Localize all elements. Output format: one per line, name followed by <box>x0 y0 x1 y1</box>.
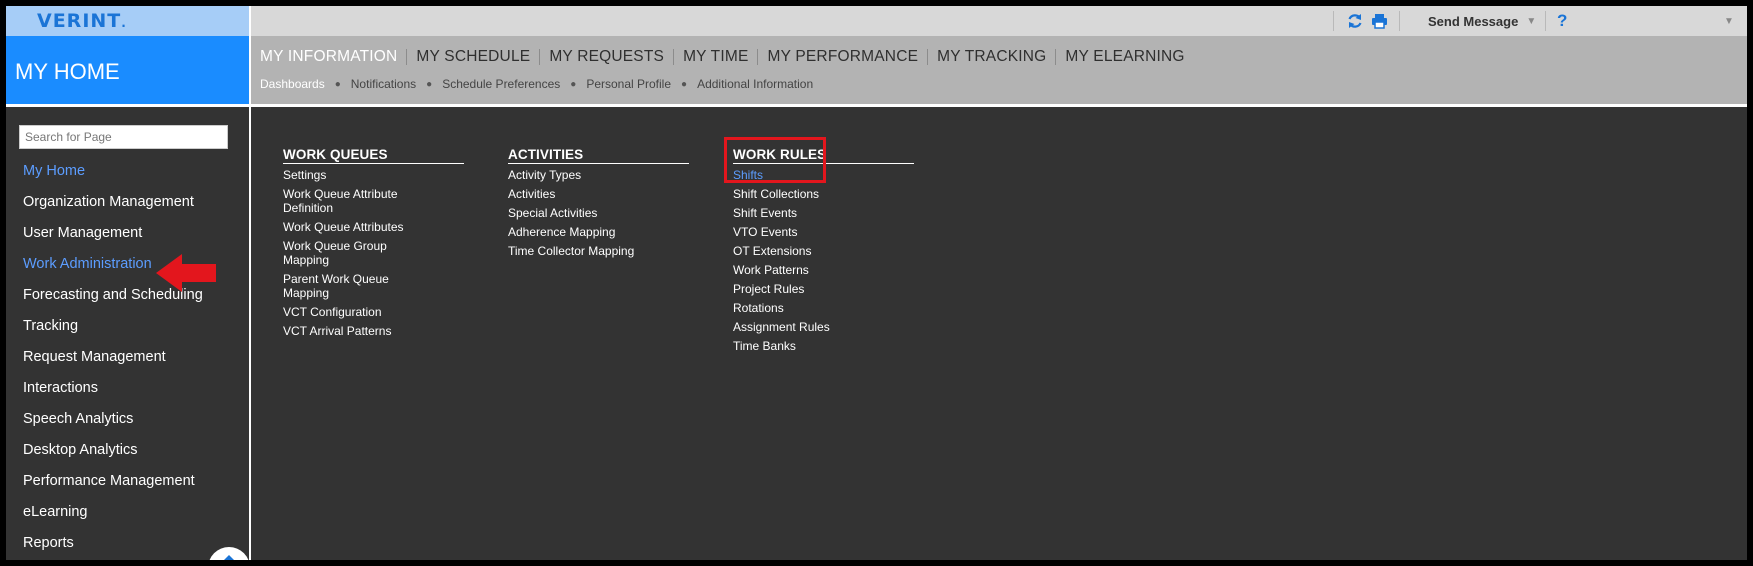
nav-subtabs: Dashboards ● Notifications ● Schedule Pr… <box>260 77 813 91</box>
activities-column: ACTIVITIES Activity Types Activities Spe… <box>508 147 689 263</box>
main-nav: MY INFORMATION MY SCHEDULE MY REQUESTS M… <box>251 36 1747 104</box>
link-work-queue-attribute-definition[interactable]: Work Queue Attribute Definition <box>283 187 403 215</box>
sidebar-item-reports[interactable]: Reports <box>23 535 203 560</box>
logo-bar: VERINT <box>6 6 249 36</box>
sidebar-item-request-management[interactable]: Request Management <box>23 349 203 380</box>
link-ot-extensions[interactable]: OT Extensions <box>733 244 914 258</box>
sidebar-item-user-management[interactable]: User Management <box>23 225 203 256</box>
chevron-up-icon <box>219 555 239 560</box>
link-shift-events[interactable]: Shift Events <box>733 206 914 220</box>
link-activities[interactable]: Activities <box>508 187 689 201</box>
link-work-queue-attributes[interactable]: Work Queue Attributes <box>283 220 464 234</box>
utility-bar: Send Message ▼ ? ▼ <box>251 6 1747 36</box>
sidebar-menu: My Home Organization Management User Man… <box>23 163 203 560</box>
chevron-down-icon: ▼ <box>1724 15 1734 27</box>
work-queues-column: WORK QUEUES Settings Work Queue Attribut… <box>283 147 464 343</box>
refresh-icon[interactable] <box>1347 6 1363 36</box>
chevron-down-icon: ▼ <box>1526 15 1537 27</box>
link-shift-collections[interactable]: Shift Collections <box>733 187 914 201</box>
sidebar: My Home Organization Management User Man… <box>6 107 250 560</box>
link-adherence-mapping[interactable]: Adherence Mapping <box>508 225 689 239</box>
sidebar-item-speech-analytics[interactable]: Speech Analytics <box>23 411 203 442</box>
page-title: MY HOME <box>15 59 120 84</box>
nav-tabs: MY INFORMATION MY SCHEDULE MY REQUESTS M… <box>257 49 1194 65</box>
send-message-label: Send Message <box>1428 13 1519 29</box>
subtab-notifications[interactable]: Notifications <box>351 77 416 91</box>
separator-dot: ● <box>334 78 341 90</box>
link-vct-arrival-patterns[interactable]: VCT Arrival Patterns <box>283 324 464 338</box>
link-assignment-rules[interactable]: Assignment Rules <box>733 320 914 334</box>
subtab-additional-information[interactable]: Additional Information <box>697 77 813 91</box>
link-time-banks[interactable]: Time Banks <box>733 339 914 353</box>
sidebar-item-elearning[interactable]: eLearning <box>23 504 203 535</box>
tab-my-information[interactable]: MY INFORMATION <box>257 49 406 65</box>
sidebar-item-tracking[interactable]: Tracking <box>23 318 203 349</box>
subtab-schedule-preferences[interactable]: Schedule Preferences <box>442 77 560 91</box>
link-list: Settings Work Queue Attribute Definition… <box>283 168 464 338</box>
column-heading: ACTIVITIES <box>508 147 689 164</box>
send-message-dropdown[interactable]: Send Message ▼ <box>1428 6 1536 36</box>
tab-my-tracking[interactable]: MY TRACKING <box>927 49 1055 65</box>
link-time-collector-mapping[interactable]: Time Collector Mapping <box>508 244 689 258</box>
divider <box>1333 11 1334 31</box>
help-button[interactable]: ? <box>1557 6 1567 36</box>
search-input[interactable] <box>19 125 228 149</box>
divider <box>1545 11 1546 31</box>
verint-logo[interactable]: VERINT <box>37 10 127 32</box>
link-list: Activity Types Activities Special Activi… <box>508 168 689 258</box>
sidebar-item-organization-management[interactable]: Organization Management <box>23 194 203 225</box>
link-vct-configuration[interactable]: VCT Configuration <box>283 305 464 319</box>
subtab-dashboards[interactable]: Dashboards <box>260 77 325 91</box>
subtab-personal-profile[interactable]: Personal Profile <box>586 77 671 91</box>
tab-my-performance[interactable]: MY PERFORMANCE <box>757 49 927 65</box>
main-content: WORK QUEUES Settings Work Queue Attribut… <box>251 107 1747 560</box>
red-arrow-annotation-icon <box>156 254 216 292</box>
link-list: Shifts Shift Collections Shift Events VT… <box>733 168 914 353</box>
tab-my-elearning[interactable]: MY ELEARNING <box>1055 49 1193 65</box>
link-activity-types[interactable]: Activity Types <box>508 168 689 182</box>
link-work-queue-group-mapping[interactable]: Work Queue Group Mapping <box>283 239 403 267</box>
red-highlight-annotation <box>724 137 826 183</box>
column-heading: WORK QUEUES <box>283 147 464 164</box>
link-rotations[interactable]: Rotations <box>733 301 914 315</box>
sidebar-item-interactions[interactable]: Interactions <box>23 380 203 411</box>
sidebar-item-desktop-analytics[interactable]: Desktop Analytics <box>23 442 203 473</box>
link-parent-work-queue-mapping[interactable]: Parent Work Queue Mapping <box>283 272 403 300</box>
separator-dot: ● <box>570 78 577 90</box>
link-vto-events[interactable]: VTO Events <box>733 225 914 239</box>
help-icon: ? <box>1557 11 1568 30</box>
divider <box>1399 11 1400 31</box>
print-icon[interactable] <box>1371 6 1388 36</box>
sidebar-item-performance-management[interactable]: Performance Management <box>23 473 203 504</box>
sidebar-item-my-home[interactable]: My Home <box>23 163 203 194</box>
link-special-activities[interactable]: Special Activities <box>508 206 689 220</box>
separator-dot: ● <box>681 78 688 90</box>
tab-my-schedule[interactable]: MY SCHEDULE <box>406 49 539 65</box>
user-menu-dropdown[interactable]: ▼ <box>1716 6 1734 36</box>
link-work-patterns[interactable]: Work Patterns <box>733 263 914 277</box>
separator-dot: ● <box>426 78 433 90</box>
scroll-to-top-button[interactable] <box>208 547 250 560</box>
section-header: MY HOME <box>6 36 249 104</box>
tab-my-requests[interactable]: MY REQUESTS <box>539 49 673 65</box>
link-settings[interactable]: Settings <box>283 168 464 182</box>
app-frame: VERINT MY HOME Send Message ▼ <box>6 6 1747 560</box>
tab-my-time[interactable]: MY TIME <box>673 49 757 65</box>
link-project-rules[interactable]: Project Rules <box>733 282 914 296</box>
